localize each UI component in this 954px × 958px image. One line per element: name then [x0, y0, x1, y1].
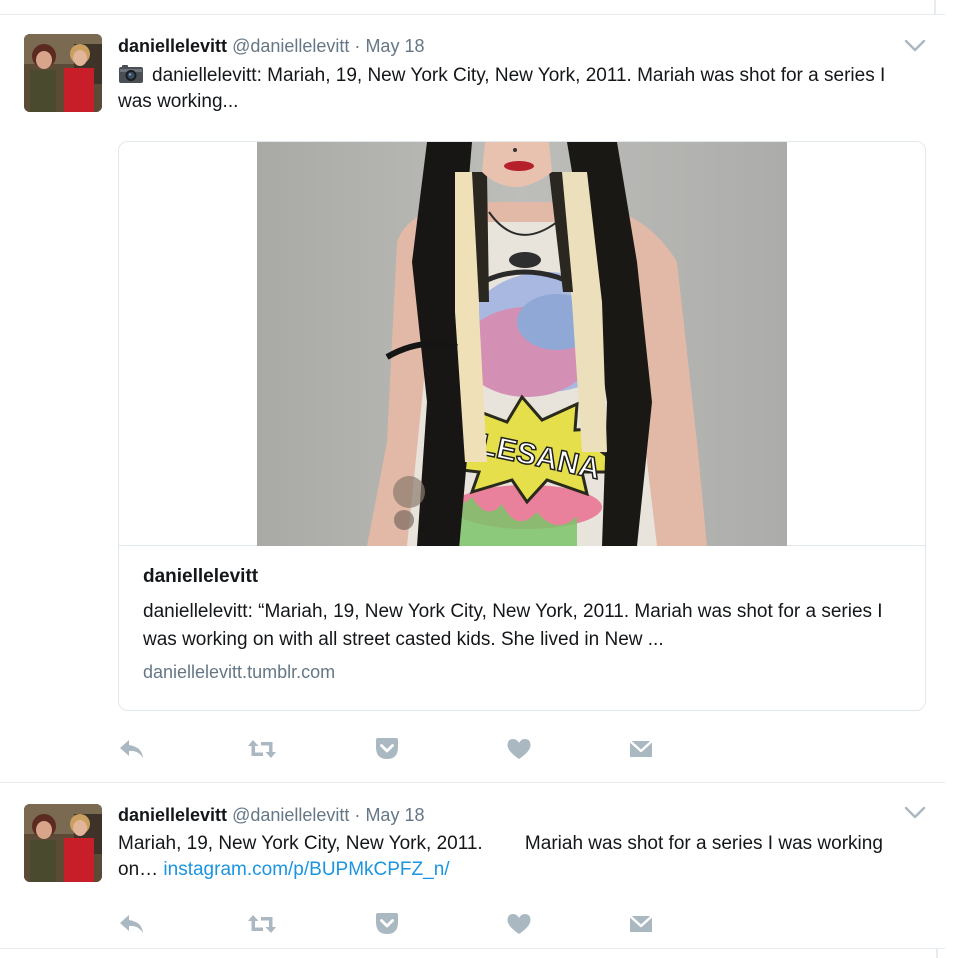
tweet-header: daniellelevitt @daniellelevitt · May 18	[118, 34, 424, 58]
link-card[interactable]: ALESANA daniellelevitt daniellelevitt: “…	[118, 141, 926, 711]
chevron-down-icon[interactable]	[904, 806, 926, 820]
tweet[interactable]: daniellelevitt @daniellelevitt · May 18 …	[0, 15, 945, 783]
timestamp[interactable]: May 18	[365, 36, 424, 56]
tweet-text: Mariah, 19, New York City, New York, 201…	[118, 831, 918, 883]
pocket-icon[interactable]	[374, 737, 400, 765]
like-icon[interactable]	[506, 737, 532, 765]
tweet-actions	[118, 737, 678, 767]
tweet-header: daniellelevitt @daniellelevitt · May 18	[118, 803, 424, 827]
timestamp[interactable]: May 18	[365, 805, 424, 825]
card-photo: ALESANA	[257, 142, 787, 546]
direct-message-icon[interactable]	[628, 912, 654, 940]
card-image[interactable]: ALESANA	[119, 142, 925, 546]
chevron-down-icon[interactable]	[904, 39, 926, 53]
tweet-link[interactable]: instagram.com/p/BUPMkCPFZ_n/	[163, 859, 449, 880]
tweet-actions	[118, 912, 678, 942]
retweet-icon[interactable]	[246, 737, 278, 765]
username[interactable]: @daniellelevitt	[232, 805, 349, 825]
tweet-text-content: daniellelevitt: Mariah, 19, New York Cit…	[118, 65, 886, 112]
fullname[interactable]: daniellelevitt	[118, 805, 227, 825]
direct-message-icon[interactable]	[628, 737, 654, 765]
card-description: daniellelevitt: “Mariah, 19, New York Ci…	[143, 601, 883, 650]
separator: ·	[354, 805, 361, 825]
scroll-edge	[936, 948, 938, 958]
like-icon[interactable]	[506, 912, 532, 940]
reply-icon[interactable]	[118, 912, 146, 940]
retweet-icon[interactable]	[246, 912, 278, 940]
fullname[interactable]: daniellelevitt	[118, 36, 227, 56]
username[interactable]: @daniellelevitt	[232, 36, 349, 56]
tweet-text: daniellelevitt: Mariah, 19, New York Cit…	[118, 63, 918, 115]
camera-icon	[118, 64, 144, 84]
reply-icon[interactable]	[118, 737, 146, 765]
card-domain[interactable]: daniellelevitt.tumblr.com	[143, 662, 335, 683]
timeline: daniellelevitt @daniellelevitt · May 18 …	[0, 0, 945, 958]
tweet[interactable]: daniellelevitt @daniellelevitt · May 18 …	[0, 784, 945, 949]
card-title: daniellelevitt	[143, 566, 259, 587]
separator: ·	[354, 36, 361, 56]
avatar[interactable]	[24, 804, 102, 882]
scroll-edge	[934, 0, 936, 14]
pocket-icon[interactable]	[374, 912, 400, 940]
avatar[interactable]	[24, 34, 102, 112]
